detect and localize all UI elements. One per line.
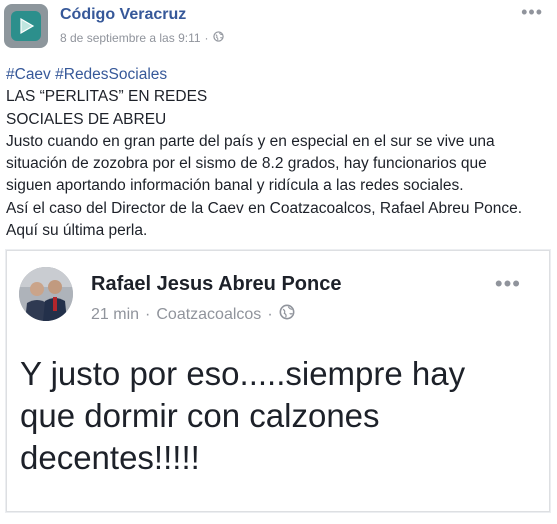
hashtag-line: #Caev #RedesSociales (6, 64, 549, 86)
shared-post-screenshot[interactable]: Rafael Jesus Abreu Ponce 21 min · Coatza… (6, 250, 550, 512)
shared-meta-separator: · (267, 305, 273, 323)
shared-meta-separator: · (145, 305, 151, 323)
post-text-line: Aquí su última perla. (6, 222, 148, 240)
hashtag-caev[interactable]: #Caev (6, 66, 51, 83)
page-name-link[interactable]: Código Veracruz (60, 6, 186, 24)
post-text-line: siguen aportando información banal y rid… (6, 177, 464, 195)
facebook-post: Código Veracruz 8 de septiembre a las 9:… (0, 0, 557, 524)
post-text-line: situación de zozobra por el sismo de 8.2… (6, 155, 487, 173)
shared-author-avatar (19, 267, 73, 321)
globe-icon[interactable] (212, 31, 224, 45)
shared-text-line: Y justo por eso.....siempre hay (20, 355, 466, 392)
hashtag-redes-sociales[interactable]: #RedesSociales (55, 66, 167, 83)
play-logo-icon (11, 11, 41, 41)
more-options-icon: ••• (494, 271, 521, 296)
post-timestamp[interactable]: 8 de septiembre a las 9:11 (60, 31, 201, 45)
shared-post-meta: 21 min · Coatzacoalcos · (91, 304, 295, 325)
page-avatar[interactable] (4, 4, 48, 48)
post-text-line: Justo cuando en gran parte del país y en… (6, 132, 495, 150)
shared-post-time: 21 min (91, 305, 140, 323)
shared-post-text: Y justo por eso.....siempre hay que dorm… (20, 353, 529, 479)
post-text-line: SOCIALES DE ABREU (6, 110, 167, 128)
post-meta: 8 de septiembre a las 9:11 · (60, 31, 224, 45)
shared-text-line: que dormir con calzones (20, 397, 380, 434)
more-options-icon[interactable]: ••• (521, 2, 543, 23)
meta-separator: · (204, 31, 209, 45)
shared-text-line: decentes!!!!! (20, 439, 200, 476)
shared-post-location: Coatzacoalcos (156, 305, 262, 323)
post-text-line: LAS “PERLITAS” EN REDES (6, 88, 208, 106)
shared-author-name: Rafael Jesus Abreu Ponce (91, 273, 342, 295)
post-text-line: Así el caso del Director de la Caev en C… (6, 199, 523, 217)
post-text: #Caev #RedesSociales LAS “PERLITAS” EN R… (6, 64, 549, 242)
globe-icon (279, 304, 295, 325)
